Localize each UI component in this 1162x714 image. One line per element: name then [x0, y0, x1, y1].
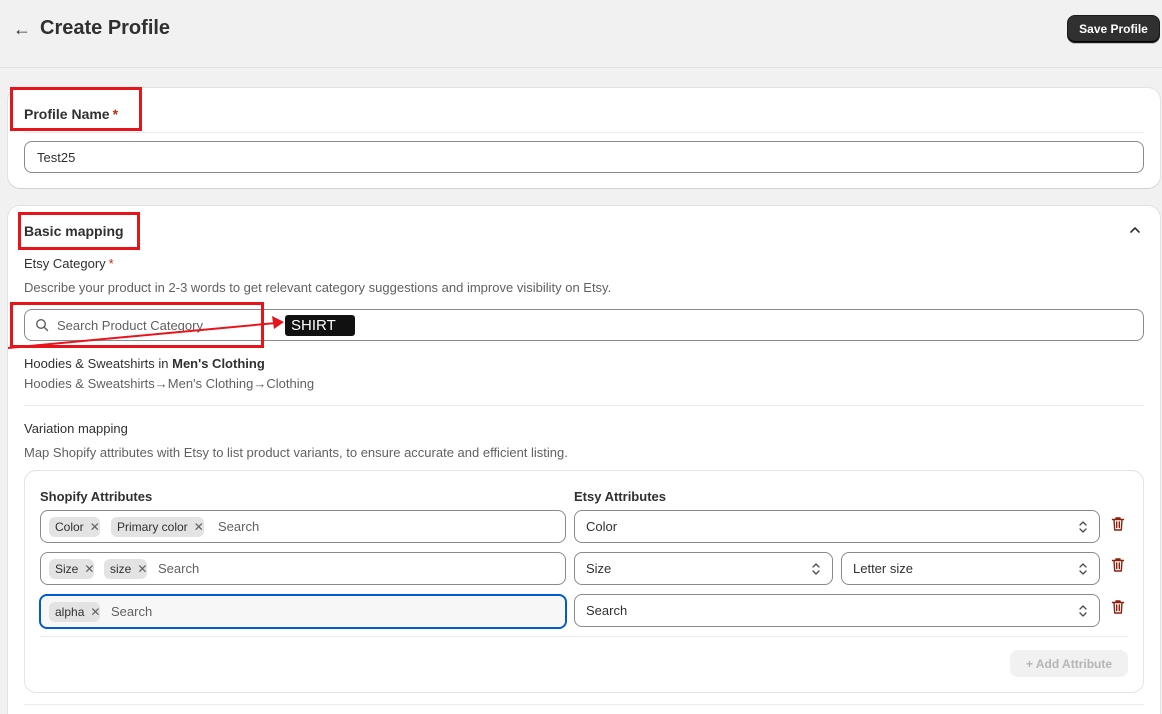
annotation-label: SHIRT	[285, 315, 355, 336]
shopify-attribute-multiselect[interactable]: Color ✕ Primary color ✕ Search	[40, 510, 566, 543]
selected-category-path: Hoodies & Sweatshirts→Men's Clothing→Clo…	[24, 376, 315, 391]
attribute-chip: Primary color ✕	[111, 517, 204, 537]
etsy-attribute-value-select[interactable]: Letter size	[841, 552, 1100, 585]
chevron-up-icon[interactable]	[1128, 223, 1142, 237]
select-updown-icon	[1079, 605, 1087, 617]
chip-label: Size	[55, 562, 79, 576]
chip-label: Color	[55, 520, 84, 534]
close-icon[interactable]: ✕	[90, 520, 100, 534]
etsy-attribute-value: Color	[586, 519, 618, 534]
attribute-chip: alpha ✕	[49, 602, 101, 622]
etsy-attribute-select[interactable]: Size	[574, 552, 833, 585]
profile-name-label: Profile Name *	[24, 106, 118, 122]
category-search-placeholder: Search Product Category	[57, 318, 203, 333]
top-bar: ← Create Profile Save Profile	[0, 0, 1162, 68]
etsy-category-label-text: Etsy Category	[24, 256, 106, 271]
arrow-left-icon[interactable]: ←	[12, 18, 32, 40]
close-icon[interactable]: ✕	[194, 520, 204, 534]
save-profile-button[interactable]: Save Profile	[1067, 15, 1160, 43]
selected-category-parent: Men's Clothing	[172, 356, 265, 371]
required-marker: *	[108, 256, 114, 271]
trash-icon[interactable]	[1111, 599, 1125, 615]
select-updown-icon	[1079, 563, 1087, 575]
select-updown-icon	[1079, 521, 1087, 533]
add-attribute-button[interactable]: + Add Attribute	[1010, 650, 1128, 677]
search-icon	[35, 318, 49, 332]
etsy-attributes-header: Etsy Attributes	[574, 489, 666, 504]
close-icon[interactable]: ✕	[84, 562, 94, 576]
divider	[24, 405, 1144, 406]
etsy-attribute-value: Letter size	[853, 561, 913, 576]
multiselect-search-placeholder: Search	[158, 561, 200, 576]
category-search-input[interactable]: Search Product Category	[24, 309, 1144, 341]
variation-mapping-title: Variation mapping	[24, 421, 128, 436]
close-icon[interactable]: ✕	[90, 605, 100, 619]
selected-category-prefix: Hoodies & Sweatshirts in	[24, 356, 173, 371]
profile-name-input[interactable]	[24, 141, 1144, 173]
chip-label: size	[110, 562, 132, 576]
variation-mapping-help: Map Shopify attributes with Etsy to list…	[24, 445, 568, 460]
profile-name-card: Profile Name *	[8, 88, 1160, 188]
plus-icon: +	[1025, 656, 1036, 671]
select-updown-icon	[812, 563, 820, 575]
basic-mapping-title: Basic mapping	[24, 223, 124, 239]
page-title: Create Profile	[40, 17, 171, 39]
attribute-chip: Color ✕	[49, 517, 100, 537]
profile-name-label-text: Profile Name	[24, 106, 110, 122]
etsy-attribute-select[interactable]: Color	[574, 510, 1100, 543]
selected-category: Hoodies & Sweatshirts in Men's Clothing	[24, 356, 265, 371]
etsy-category-help: Describe your product in 2-3 words to ge…	[24, 280, 612, 295]
close-icon[interactable]: ✕	[137, 562, 147, 576]
multiselect-search-placeholder: Search	[111, 604, 153, 619]
etsy-attribute-select[interactable]: Search	[574, 594, 1100, 627]
add-attribute-label: Add Attribute	[1035, 656, 1113, 671]
required-marker: *	[112, 106, 119, 122]
etsy-attribute-value: Size	[586, 561, 612, 576]
divider	[40, 636, 1128, 637]
etsy-category-label: Etsy Category *	[24, 256, 114, 271]
shopify-attribute-multiselect[interactable]: Size ✕ size ✕ Search	[40, 552, 566, 585]
trash-icon[interactable]	[1111, 557, 1125, 573]
attribute-chip: size ✕	[104, 559, 148, 579]
chip-label: Primary color	[117, 520, 188, 534]
attribute-chip: Size ✕	[49, 559, 95, 579]
trash-icon[interactable]	[1111, 516, 1125, 532]
divider	[24, 132, 1144, 133]
chip-label: alpha	[55, 605, 85, 619]
etsy-attribute-value: Search	[586, 603, 628, 618]
multiselect-search-placeholder: Search	[218, 519, 260, 534]
shopify-attributes-header: Shopify Attributes	[40, 489, 153, 504]
divider	[24, 704, 1144, 705]
shopify-attribute-multiselect[interactable]: alpha ✕ Search	[39, 594, 567, 629]
